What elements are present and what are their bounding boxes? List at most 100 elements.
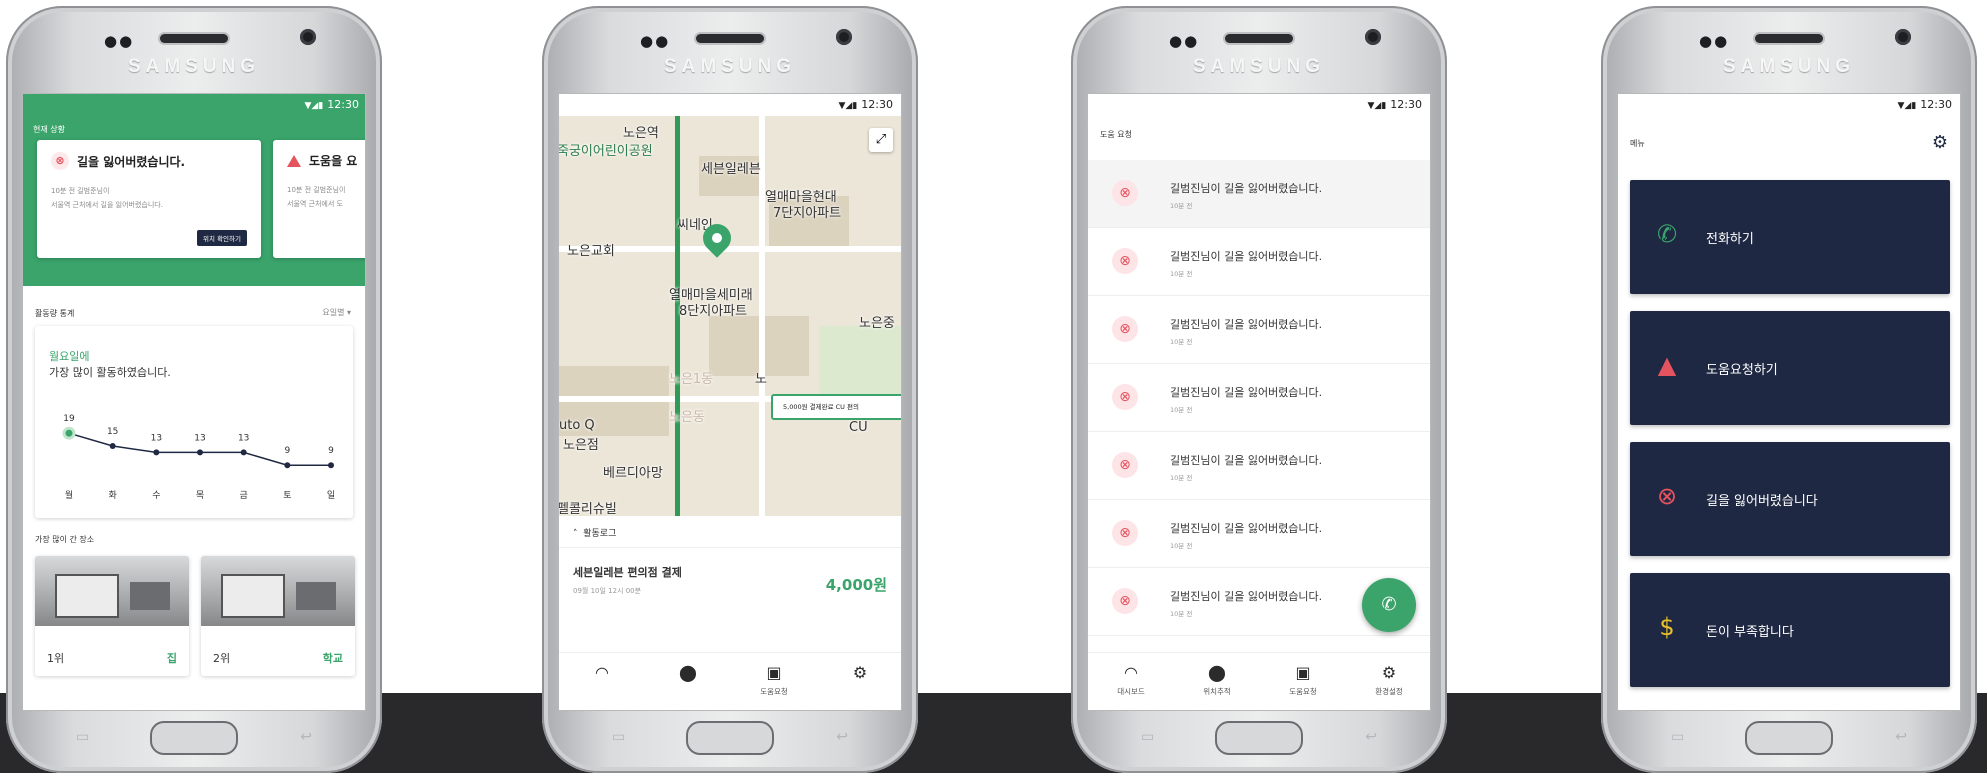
map-label: 노은교회 [567, 244, 615, 259]
back-key[interactable]: ↩ [300, 729, 312, 745]
back-key[interactable]: ↩ [836, 729, 848, 745]
lost-alert-card[interactable]: ⊗ 길을 잃어버렸습니다. 10분 전 길범준님이 서울역 근처에서 길을 잃어버… [37, 140, 261, 258]
menu-help-request-button[interactable]: ▲ 도움요청하기 [1630, 311, 1950, 425]
lost-icon: ⊗ [1112, 180, 1138, 206]
phone-dashboard: ●● SAMSUNG ▼◢▮ 12:30 현재 상황 ⊗ 길을 잃어버렸습니다. 1… [6, 6, 382, 773]
map-label: 베르디아망 [603, 466, 663, 481]
menu-no-money-button[interactable]: $ 돈이 부족합니다 [1630, 573, 1950, 687]
tab-settings[interactable]: ⚙ 환경설정 [1346, 653, 1430, 710]
tab-location[interactable]: ⬤ 위치추적 [1174, 653, 1260, 710]
back-key[interactable]: ↩ [1365, 729, 1377, 745]
period-select[interactable]: 요일별 ▾ [322, 307, 351, 318]
home-button[interactable] [686, 721, 774, 755]
tab-location[interactable]: ⬤ [645, 653, 731, 710]
x-tick-label: 화 [109, 490, 117, 501]
data-label: 13 [238, 433, 249, 443]
most-visited-title: 가장 많이 간 장소 [35, 535, 95, 544]
place-rank: 2위 [213, 652, 231, 665]
tab-settings[interactable]: ⚙ [817, 653, 901, 710]
dashboard-icon: ◠ [1124, 663, 1138, 682]
recent-apps-key[interactable]: ▭ [1671, 729, 1684, 745]
tab-label: 도움요청 [760, 687, 788, 696]
home-button[interactable] [150, 721, 238, 755]
recent-apps-key[interactable]: ▭ [612, 729, 625, 745]
request-time: 10분 전 [1170, 542, 1193, 550]
log-amount: 4,000원 [825, 576, 887, 594]
activity-log-row[interactable]: 세븐일레븐 편의점 결제 09월 10일 12시 00분 4,000원 [559, 550, 901, 614]
payment-bubble[interactable]: 5,000원 결제완료 CU 편의 [771, 394, 901, 420]
status-header: ▼◢▮ 12:30 현재 상황 ⊗ 길을 잃어버렸습니다. 10분 전 길범준님이 … [23, 94, 365, 286]
request-title: 길범진님이 길을 잃어버렸습니다. [1170, 386, 1323, 399]
sensor-dots: ●● [104, 32, 135, 50]
gear-icon[interactable]: ⚙ [1932, 132, 1948, 153]
map-label: 펠콜리슈빌 [559, 502, 617, 516]
lost-icon: ⊗ [1656, 482, 1678, 510]
signal-icon: ▼◢▮ [304, 101, 324, 111]
brand-logo: SAMSUNG [127, 56, 261, 77]
current-status-title: 현재 상황 [33, 125, 65, 134]
request-item[interactable]: ⊗ 길범진님이 길을 잃어버렸습니다. 10분 전 [1088, 432, 1430, 500]
request-item[interactable]: ⊗ 길범진님이 길을 잃어버렸습니다. 10분 전 [1088, 228, 1430, 296]
map-view[interactable]: 노은역 죽궁이어린이공원 세븐일레븐 열매마을현대 7단지아파트 씨네인 노은교… [559, 116, 901, 516]
tab-help[interactable]: ▣ 도움요청 [1260, 653, 1346, 710]
home-button[interactable] [1745, 721, 1833, 755]
request-time: 10분 전 [1170, 474, 1193, 482]
lost-icon: ⊗ [1112, 452, 1138, 478]
call-fab-button[interactable]: ✆ [1362, 578, 1416, 632]
status-time: 12:30 [1390, 98, 1422, 111]
menu-lost-button[interactable]: ⊗ 길을 잃어버렸습니다 [1630, 442, 1950, 556]
alert-body-2: 서울역 근처에서 길을 잃어버렸습니다. [51, 201, 163, 209]
data-point [284, 462, 291, 469]
data-point [109, 443, 116, 449]
data-point [197, 449, 203, 456]
status-bar: ▼◢▮ 12:30 [559, 94, 901, 116]
request-title: 길범진님이 길을 잃어버렸습니다. [1170, 454, 1323, 467]
x-tick-label: 월 [65, 489, 73, 501]
request-time: 10분 전 [1170, 406, 1193, 414]
check-location-button[interactable]: 위치 확인하기 [197, 230, 247, 246]
help-alert-card[interactable]: 도움을 요 10분 전 길범준님이 서울역 근처에서 도 [273, 140, 365, 258]
signal-icon: ▼◢▮ [1897, 101, 1917, 111]
request-title: 길범진님이 길을 잃어버렸습니다. [1170, 318, 1323, 331]
menu-label: 돈이 부족합니다 [1706, 625, 1794, 640]
activity-log-toggle[interactable]: ˄ 활동로그 [559, 516, 901, 548]
place-card-2[interactable]: 2위 학교 [201, 556, 355, 676]
request-item[interactable]: ⊗ 길범진님이 길을 잃어버렸습니다. 10분 전 [1088, 500, 1430, 568]
home-button[interactable] [1215, 721, 1303, 755]
activity-log-label: 활동로그 [583, 529, 617, 539]
request-item[interactable]: ⊗ 길범진님이 길을 잃어버렸습니다. 10분 전 [1088, 296, 1430, 364]
place-card-1[interactable]: 1위 집 [35, 556, 189, 676]
x-tick-label: 금 [240, 490, 248, 501]
signal-icon: ▼◢▮ [838, 101, 858, 111]
chat-icon: ▣ [766, 663, 782, 682]
tab-label: 대시보드 [1117, 687, 1145, 696]
data-label: 9 [284, 446, 290, 456]
lost-icon: ⊗ [1112, 384, 1138, 410]
recent-apps-key[interactable]: ▭ [1141, 729, 1154, 745]
phone-location: ●● SAMSUNG ▼◢▮ 12:30 노은역 죽궁이어린이공원 세븐일레븐 열… [542, 6, 918, 773]
lost-icon: ⊗ [1112, 520, 1138, 546]
place-photo [35, 556, 189, 626]
back-key[interactable]: ↩ [1895, 729, 1907, 745]
signal-icon: ▼◢▮ [1367, 101, 1387, 111]
page-title: 도움 요청 [1100, 130, 1132, 139]
request-time: 10분 전 [1170, 610, 1193, 618]
data-point [62, 426, 76, 440]
request-item[interactable]: ⊗ 길범진님이 길을 잃어버렸습니다. 10분 전 [1088, 364, 1430, 432]
front-camera [1365, 29, 1381, 45]
activity-chart-card: 월요일에 가장 많이 활동하였습니다. 19 월 15 화 13 수 13 목 13 금 9 토 9 일 [35, 326, 353, 518]
map-label: 노은중 [859, 316, 895, 331]
request-time: 10분 전 [1170, 202, 1193, 210]
tab-label: 도움요청 [1289, 687, 1317, 696]
warning-icon: ▲ [1657, 351, 1677, 379]
tab-help[interactable]: ▣ 도움요청 [731, 653, 817, 710]
recent-apps-key[interactable]: ▭ [76, 729, 89, 745]
request-time: 10분 전 [1170, 270, 1193, 278]
request-item[interactable]: ⊗ 길범진님이 길을 잃어버렸습니다. 10분 전 [1088, 160, 1430, 228]
location-icon: ⬤ [679, 663, 697, 682]
menu-call-button[interactable]: ✆ 전화하기 [1630, 180, 1950, 294]
tab-dashboard[interactable]: ◠ 대시보드 [1088, 653, 1174, 710]
expand-icon[interactable]: ⤢ [869, 128, 893, 152]
tab-dashboard[interactable]: ◠ [559, 653, 645, 710]
sensor-dots: ●● [1699, 32, 1730, 50]
